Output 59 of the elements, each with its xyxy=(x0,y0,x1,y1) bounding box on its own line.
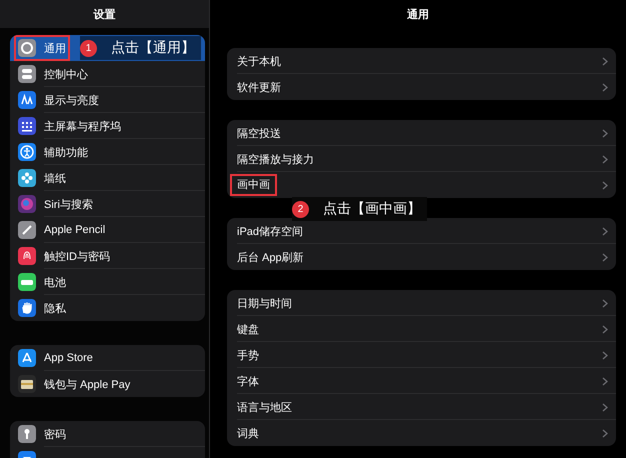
sidebar-item[interactable]: 钱包与 Apple Pay xyxy=(10,371,205,397)
settings-row[interactable]: 日期与时间 xyxy=(227,290,616,316)
sidebar-item[interactable]: 辅助功能 xyxy=(10,139,205,165)
settings-row[interactable]: 键盘 xyxy=(227,316,616,342)
callout-label: 点击【画中画】 xyxy=(322,199,422,218)
item-label: 显示与亮度 xyxy=(44,94,99,108)
item-label: 控制中心 xyxy=(44,68,88,82)
item-label: 通用 xyxy=(44,42,66,56)
chevron-icon xyxy=(602,226,608,236)
chevron-icon xyxy=(602,428,608,438)
settings-row[interactable]: 语言与地区 xyxy=(227,394,616,420)
chevron-icon xyxy=(602,402,608,412)
chevron-icon xyxy=(602,154,608,164)
sidebar-item[interactable]: App Store xyxy=(10,345,205,371)
item-label: 电池 xyxy=(44,276,66,290)
settings-row[interactable]: 后台 App刷新 xyxy=(227,244,616,270)
sidebar-item[interactable]: 电池 xyxy=(10,269,205,295)
settings-row[interactable]: iPad储存空间 xyxy=(227,218,616,244)
sidebar-item[interactable]: 控制中心 xyxy=(10,61,205,87)
item-label: 触控ID与密码 xyxy=(44,250,110,264)
chevron-icon xyxy=(602,350,608,360)
item-label: 辅助功能 xyxy=(44,146,88,160)
settings-row[interactable]: 软件更新 xyxy=(227,74,616,100)
settings-row[interactable]: 手势 xyxy=(227,342,616,368)
chevron-icon xyxy=(602,82,608,92)
settings-row[interactable]: 隔空投送 xyxy=(227,120,616,146)
item-label: Apple Pencil xyxy=(44,224,106,236)
page-title: 通用 xyxy=(407,8,429,22)
sidebar-item[interactable]: Apple Pencil xyxy=(10,217,205,243)
settings-row[interactable]: 词典 xyxy=(227,420,616,446)
step-badge: 1 xyxy=(80,40,97,56)
item-label: App Store xyxy=(44,352,93,364)
sidebar-item[interactable]: 隐私 xyxy=(10,295,205,321)
chevron-icon xyxy=(602,128,608,138)
sidebar-item[interactable]: 墙纸 xyxy=(10,165,205,191)
chevron-icon xyxy=(602,180,608,190)
chevron-icon xyxy=(602,56,608,66)
item-label: 墙纸 xyxy=(44,172,66,186)
sidebar-item[interactable]: 显示与亮度 xyxy=(10,87,205,113)
sidebar-item[interactable]: Siri与搜索 xyxy=(10,191,205,217)
step-badge: 2 xyxy=(292,200,309,218)
settings-row[interactable]: 字体 xyxy=(227,368,616,394)
callout-label: 点击【通用】 xyxy=(110,38,196,57)
item-label: Siri与搜索 xyxy=(44,198,93,212)
sidebar-item[interactable]: 主屏幕与程序坞 xyxy=(10,113,205,139)
sidebar-item[interactable]: 触控ID与密码 xyxy=(10,243,205,269)
chevron-icon xyxy=(602,324,608,334)
sidebar-item[interactable]: 密码 xyxy=(10,421,205,447)
settings-row[interactable]: 隔空播放与接力 xyxy=(227,146,616,172)
chevron-icon xyxy=(602,252,608,262)
item-label: 钱包与 Apple Pay xyxy=(44,378,130,392)
settings-row[interactable]: 关于本机 xyxy=(227,48,616,74)
item-label: 密码 xyxy=(44,428,66,442)
item-label: 主屏幕与程序坞 xyxy=(44,120,121,134)
chevron-icon xyxy=(602,376,608,386)
chevron-icon xyxy=(602,298,608,308)
item-label: 隐私 xyxy=(44,302,66,316)
sidebar-title: 设置 xyxy=(94,8,116,22)
settings-row[interactable]: 画中画 xyxy=(227,172,616,198)
